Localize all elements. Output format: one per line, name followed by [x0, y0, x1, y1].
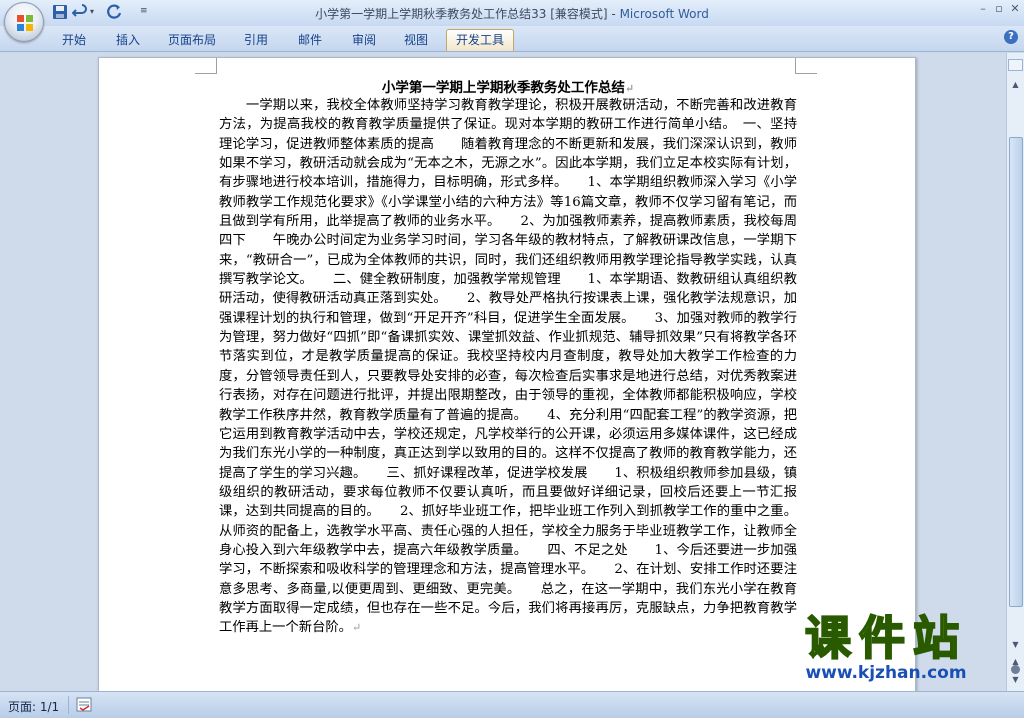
- tab-mailings[interactable]: 邮件: [288, 29, 332, 51]
- margin-corner-mark: [195, 58, 217, 74]
- close-button[interactable]: ✕: [1007, 2, 1023, 16]
- browse-object-icon[interactable]: [1011, 665, 1020, 674]
- restore-button[interactable]: ▫: [991, 2, 1007, 16]
- tab-review[interactable]: 审阅: [342, 29, 386, 51]
- tab-page-layout[interactable]: 页面布局: [158, 29, 226, 51]
- next-page-icon[interactable]: ▼: [1008, 675, 1023, 685]
- document-body[interactable]: 一学期以来，我校全体教师坚持学习教育教学理论，积极开展教研活动，不断完善和改进教…: [219, 96, 797, 638]
- scroll-thumb[interactable]: [1009, 137, 1023, 607]
- document-name: 小学第一学期上学期秋季教务处工作总结33 [兼容模式] -: [315, 7, 620, 21]
- status-bar: 页面: 1/1: [0, 691, 1024, 718]
- document-body-text: 一学期以来，我校全体教师坚持学习教育教学理论，积极开展教研活动，不断完善和改进教…: [219, 98, 797, 636]
- paragraph-mark: ↵: [624, 82, 635, 95]
- tab-references[interactable]: 引用: [234, 29, 278, 51]
- page-count[interactable]: 页面: 1/1: [8, 698, 59, 715]
- title-bar: ▾ ≡ 小学第一学期上学期秋季教务处工作总结33 [兼容模式] - Micros…: [0, 0, 1024, 42]
- ribbon-tab-bar: 开始 插入 页面布局 引用 邮件 审阅 视图 开发工具: [0, 26, 1024, 52]
- tab-insert[interactable]: 插入: [106, 29, 150, 51]
- document-title-text: 小学第一学期上学期秋季教务处工作总结: [381, 80, 625, 96]
- watermark-logo: 课件站 www.kjzhan.com: [766, 611, 1006, 683]
- watermark-url: www.kjzhan.com: [805, 663, 967, 683]
- document-area: 小学第一学期上学期秋季教务处工作总结↵ 一学期以来，我校全体教师坚持学习教育教学…: [0, 53, 1006, 691]
- proofing-icon[interactable]: [76, 697, 92, 712]
- office-button[interactable]: [4, 2, 44, 42]
- margin-corner-mark: [795, 58, 817, 74]
- scroll-up-icon[interactable]: ▲: [1008, 77, 1023, 92]
- document-title: 小学第一学期上学期秋季教务处工作总结↵: [219, 76, 797, 96]
- scroll-down-icon[interactable]: ▼: [1008, 637, 1023, 652]
- office-logo-icon: [17, 15, 33, 31]
- window-title: 小学第一学期上学期秋季教务处工作总结33 [兼容模式] - Microsoft …: [0, 5, 1024, 22]
- minimize-button[interactable]: –: [975, 2, 991, 16]
- tab-view[interactable]: 视图: [394, 29, 438, 51]
- watermark-main-text: 课件站: [804, 611, 967, 665]
- vertical-scrollbar[interactable]: ▲ ▼ ▲ ▼: [1006, 53, 1024, 691]
- view-ruler-button[interactable]: [1008, 59, 1023, 71]
- tab-developer[interactable]: 开发工具: [446, 29, 515, 51]
- status-separator: [68, 696, 69, 714]
- tab-home[interactable]: 开始: [52, 29, 96, 51]
- paragraph-mark: ↵: [351, 621, 362, 635]
- application-name: Microsoft Word: [619, 7, 709, 21]
- document-page[interactable]: 小学第一学期上学期秋季教务处工作总结↵ 一学期以来，我校全体教师坚持学习教育教学…: [98, 57, 916, 691]
- help-icon[interactable]: ?: [1004, 30, 1018, 44]
